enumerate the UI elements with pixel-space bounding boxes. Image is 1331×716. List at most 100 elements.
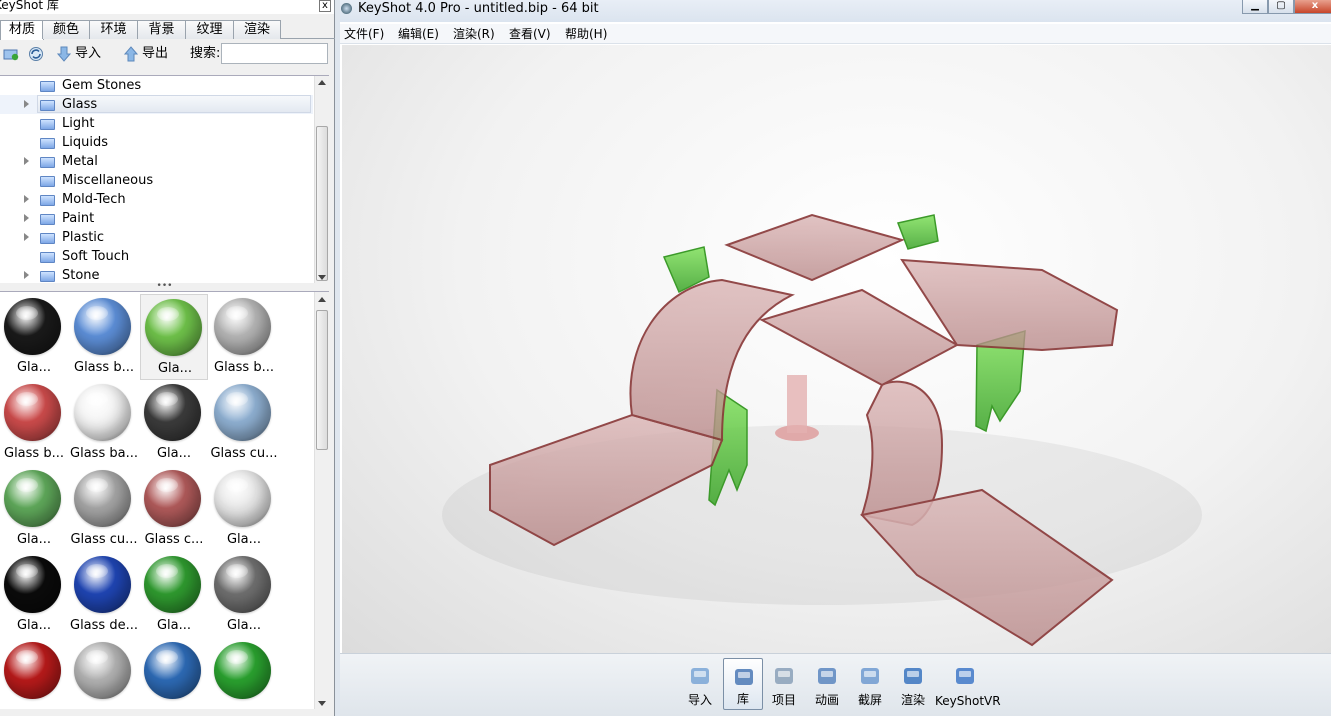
search-input[interactable] (221, 43, 328, 64)
tab-materials[interactable]: 材质 (0, 20, 44, 40)
tree-item-glass[interactable]: Glass (0, 95, 313, 114)
tab-backplates[interactable]: 背景 (137, 20, 186, 39)
bottom-library-button[interactable]: 库 (723, 658, 763, 710)
library-close-button[interactable]: x (319, 0, 331, 12)
tree-item-paint[interactable]: Paint (0, 209, 313, 228)
material-name: Gla... (226, 532, 262, 547)
material-thumbnail[interactable]: Gla... (210, 466, 278, 552)
menu-help[interactable]: 帮助(H) (565, 26, 607, 42)
expand-arrow-icon[interactable] (24, 195, 29, 203)
grid-scrollbar[interactable] (314, 292, 329, 709)
tree-item-plastic[interactable]: Plastic (0, 228, 313, 247)
bottom-toolbar: 导入 库 项目 动画 截屏 渲染 KeyShotVR (340, 653, 1331, 716)
material-thumbnail[interactable] (140, 638, 208, 709)
material-thumbnail[interactable]: Glass c... (140, 466, 208, 552)
refresh-button[interactable] (28, 44, 44, 64)
material-name: Gla... (16, 532, 52, 547)
material-thumbnail[interactable]: Glass ba... (70, 380, 138, 466)
scroll-up-icon[interactable] (318, 297, 326, 302)
scroll-up-icon[interactable] (318, 80, 326, 85)
tree-scrollbar[interactable] (314, 76, 329, 283)
material-thumbnail[interactable]: Glass cu... (210, 380, 278, 466)
material-thumbnail[interactable]: Gla... (210, 552, 278, 638)
material-thumbnail[interactable]: Glass b... (70, 294, 138, 380)
import-button[interactable]: 导入 (57, 44, 101, 64)
expand-arrow-icon[interactable] (24, 100, 29, 108)
library-panel: KeyShot 库 x 材质 颜色 环境 背景 纹理 渲染 导入 导出 搜索: … (0, 0, 335, 716)
material-name: Glass cu... (70, 532, 138, 547)
menu-edit[interactable]: 编辑(E) (398, 26, 439, 42)
tree-item-miscellaneous[interactable]: Miscellaneous (0, 171, 313, 190)
material-name: Gla... (226, 618, 262, 633)
scroll-down-icon[interactable] (318, 275, 326, 280)
tree-item-light[interactable]: Light (0, 114, 313, 133)
material-thumbnail[interactable]: Gla... (140, 552, 208, 638)
arrow-up-icon (124, 46, 138, 62)
tree-item-soft-touch[interactable]: Soft Touch (0, 247, 313, 266)
tab-environments[interactable]: 环境 (89, 20, 138, 39)
bottom-project-button[interactable]: 项目 (764, 658, 804, 710)
material-preview-sphere (144, 556, 201, 613)
tree-item-label: Paint (62, 211, 95, 226)
expand-arrow-icon[interactable] (24, 157, 29, 165)
menu-render[interactable]: 渲染(R) (453, 26, 495, 42)
tree-item-liquids[interactable]: Liquids (0, 133, 313, 152)
material-thumbnail[interactable]: Glass de... (70, 552, 138, 638)
tree-item-mold-tech[interactable]: Mold-Tech (0, 190, 313, 209)
tree-item-gem-stones[interactable]: Gem Stones (0, 76, 313, 95)
expand-arrow-icon[interactable] (24, 233, 29, 241)
expand-arrow-icon[interactable] (24, 214, 29, 222)
close-button[interactable]: x (1294, 0, 1331, 14)
material-name: Gla... (156, 618, 192, 633)
material-thumbnail[interactable]: Gla... (140, 294, 208, 380)
material-thumbnail[interactable] (70, 638, 138, 709)
material-name: Glass b... (214, 360, 274, 375)
tab-colors[interactable]: 颜色 (42, 20, 90, 39)
material-preview-sphere (4, 642, 61, 699)
export-button[interactable]: 导出 (124, 44, 168, 64)
maximize-button[interactable]: ▢ (1268, 0, 1294, 14)
arrow-down-icon (57, 46, 71, 62)
grid-scroll-thumb[interactable] (316, 310, 328, 450)
material-thumbnail[interactable]: Gla... (0, 466, 68, 552)
bottom-screenshot-button[interactable]: 截屏 (850, 658, 890, 710)
menu-file[interactable]: 文件(F) (344, 26, 384, 42)
bottom-animation-button[interactable]: 动画 (807, 658, 847, 710)
material-preview-sphere (74, 298, 131, 355)
material-preview-sphere (4, 556, 61, 613)
bottom-button-label: 库 (736, 692, 749, 706)
keyshot-main-window: KeyShot 4.0 Pro - untitled.bip - 64 bit … (340, 0, 1331, 716)
tree-item-label: Light (62, 116, 95, 131)
material-preview-sphere (4, 470, 61, 527)
add-folder-icon (3, 49, 19, 61)
material-thumbnail[interactable]: Glass b... (210, 294, 278, 380)
material-thumbnail[interactable] (210, 638, 278, 709)
panel-splitter[interactable]: ••• (0, 282, 329, 291)
tree-item-metal[interactable]: Metal (0, 152, 313, 171)
tab-textures[interactable]: 纹理 (185, 20, 234, 39)
add-folder-button[interactable] (3, 44, 19, 64)
window-title-bar: KeyShot 4.0 Pro - untitled.bip - 64 bit … (340, 0, 1331, 22)
render-viewport[interactable] (342, 45, 1331, 653)
expand-arrow-icon[interactable] (24, 271, 29, 279)
bottom-render-teapot-button[interactable]: 渲染 (893, 658, 933, 710)
material-thumbnail[interactable]: Gla... (140, 380, 208, 466)
bottom-import-button[interactable]: 导入 (680, 658, 720, 710)
keyshot-app-icon (341, 3, 352, 14)
minimize-button[interactable]: ▁ (1242, 0, 1268, 14)
material-preview-sphere (74, 470, 131, 527)
tree-item-label: Mold-Tech (62, 192, 126, 207)
material-thumbnail[interactable]: Gla... (0, 294, 68, 380)
import-label: 导入 (75, 46, 102, 61)
bottom-keyshotvr-button[interactable]: KeyShotVR (935, 658, 1001, 710)
material-thumbnail[interactable]: Glass b... (0, 380, 68, 466)
material-thumbnail[interactable] (0, 638, 68, 709)
material-name: Glass b... (4, 446, 64, 461)
material-thumbnail[interactable]: Gla... (0, 552, 68, 638)
scroll-down-icon[interactable] (318, 701, 326, 706)
menu-view[interactable]: 查看(V) (509, 26, 551, 42)
tab-renderings[interactable]: 渲染 (233, 20, 281, 39)
material-name: Glass cu... (210, 446, 278, 461)
tree-scroll-thumb[interactable] (316, 126, 328, 281)
material-thumbnail[interactable]: Glass cu... (70, 466, 138, 552)
